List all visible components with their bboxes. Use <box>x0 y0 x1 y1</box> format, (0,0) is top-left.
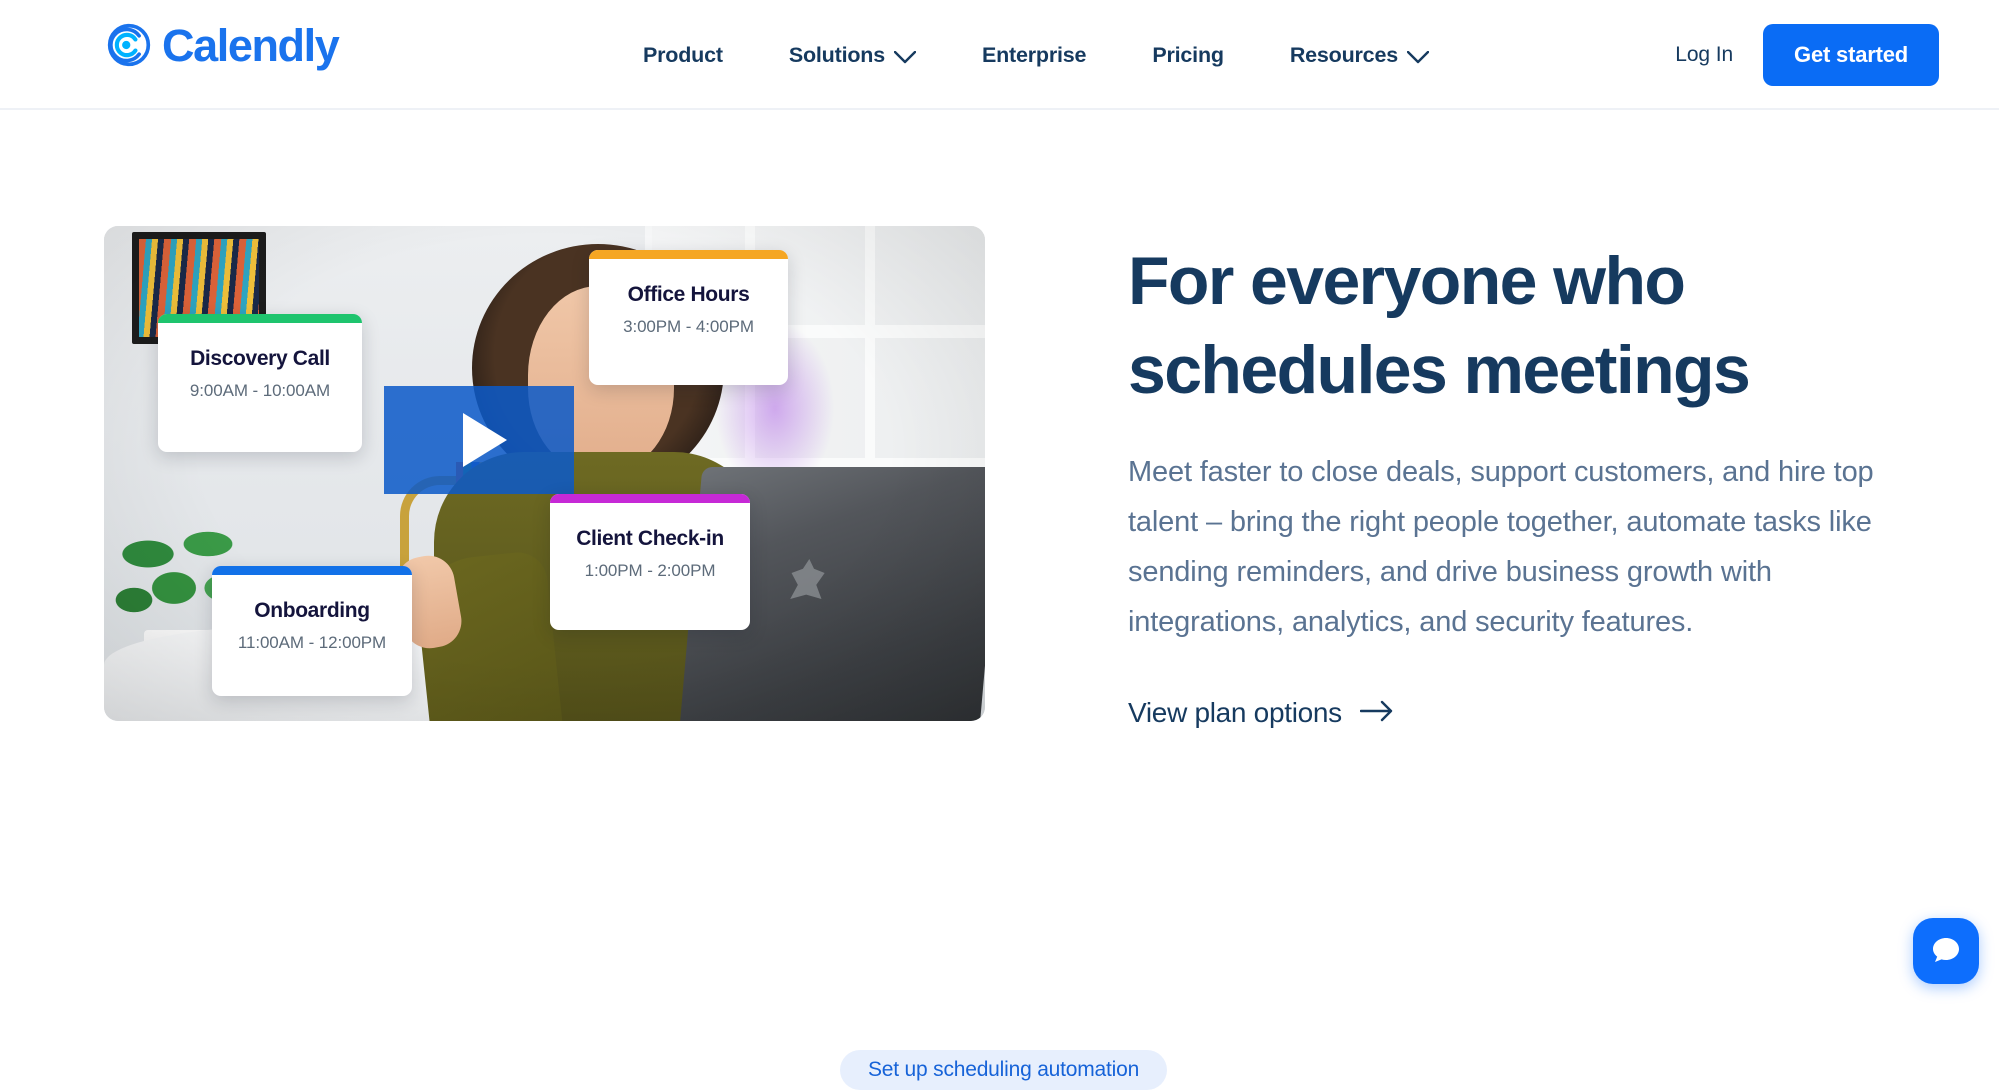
event-card-title: Discovery Call <box>190 347 330 370</box>
arrow-right-icon <box>1359 697 1394 729</box>
hero-video-thumbnail[interactable]: Discovery Call 9:00AM - 10:00AM Office H… <box>104 226 985 721</box>
nav-label-enterprise: Enterprise <box>981 42 1087 67</box>
hero-subtitle: Meet faster to close deals, support cust… <box>1128 456 1874 638</box>
event-card-time: 3:00PM - 4:00PM <box>623 317 754 336</box>
event-card-accent-bar <box>212 566 412 575</box>
calendly-logo-link[interactable]: Calendly <box>106 19 340 71</box>
chevron-down-icon <box>893 47 916 64</box>
event-card-time: 11:00AM - 12:00PM <box>237 633 387 652</box>
hero-section: Discovery Call 9:00AM - 10:00AM Office H… <box>0 110 1999 1090</box>
nav-label-pricing: Pricing <box>1152 42 1224 67</box>
calendly-circle-logo-icon <box>106 22 152 68</box>
page-title: For everyone who schedules meetings <box>1128 237 1908 415</box>
event-card-accent-bar <box>158 314 362 323</box>
event-card-title: Client Check-in <box>576 527 724 550</box>
chat-bubble-icon <box>1929 933 1963 970</box>
event-card-client-check-in: Client Check-in 1:00PM - 2:00PM <box>550 494 750 630</box>
hero-copy: For everyone who schedules meetings Meet… <box>1128 237 1908 729</box>
hero-title-line-1: For everyone who <box>1128 243 1686 319</box>
hero-title-line-2: schedules meetings <box>1128 332 1751 408</box>
nav-item-resources[interactable]: Resources <box>1257 0 1462 110</box>
play-triangle-icon <box>463 413 507 467</box>
event-card-onboarding: Onboarding 11:00AM - 12:00PM <box>212 566 412 696</box>
scheduling-automation-pill[interactable]: Set up scheduling automation <box>840 1050 1168 1090</box>
nav-item-solutions[interactable]: Solutions <box>756 0 949 110</box>
event-card-title: Onboarding <box>254 599 370 622</box>
main-navigation: Product Solutions Enterprise Pricing Res… <box>610 0 1462 110</box>
event-card-accent-bar <box>589 250 788 259</box>
chevron-down-icon <box>1406 47 1429 64</box>
play-button[interactable] <box>384 386 574 494</box>
view-plan-options-label: View plan options <box>1128 697 1342 728</box>
nav-label-product: Product <box>643 42 723 67</box>
event-card-time: 9:00AM - 10:00AM <box>189 381 331 400</box>
header-actions: Log In Get started <box>1645 0 1939 110</box>
view-plan-options-link[interactable]: View plan options <box>1128 697 1394 729</box>
nav-item-enterprise[interactable]: Enterprise <box>949 0 1119 110</box>
nav-item-product[interactable]: Product <box>610 0 756 110</box>
site-header: Calendly Product Solutions Enterprise Pr… <box>0 0 1999 110</box>
event-card-discovery-call: Discovery Call 9:00AM - 10:00AM <box>158 314 362 452</box>
event-card-time: 1:00PM - 2:00PM <box>584 561 716 580</box>
brand-name: Calendly <box>162 19 340 71</box>
event-card-office-hours: Office Hours 3:00PM - 4:00PM <box>589 250 788 385</box>
login-link[interactable]: Log In <box>1645 43 1763 67</box>
nav-label-resources: Resources <box>1289 42 1398 67</box>
nav-item-pricing[interactable]: Pricing <box>1119 0 1256 110</box>
event-card-title: Office Hours <box>627 283 750 306</box>
get-started-button[interactable]: Get started <box>1763 24 1939 86</box>
event-card-accent-bar <box>550 494 750 503</box>
chat-launcher-button[interactable] <box>1913 918 1979 984</box>
nav-label-solutions: Solutions <box>788 42 885 67</box>
